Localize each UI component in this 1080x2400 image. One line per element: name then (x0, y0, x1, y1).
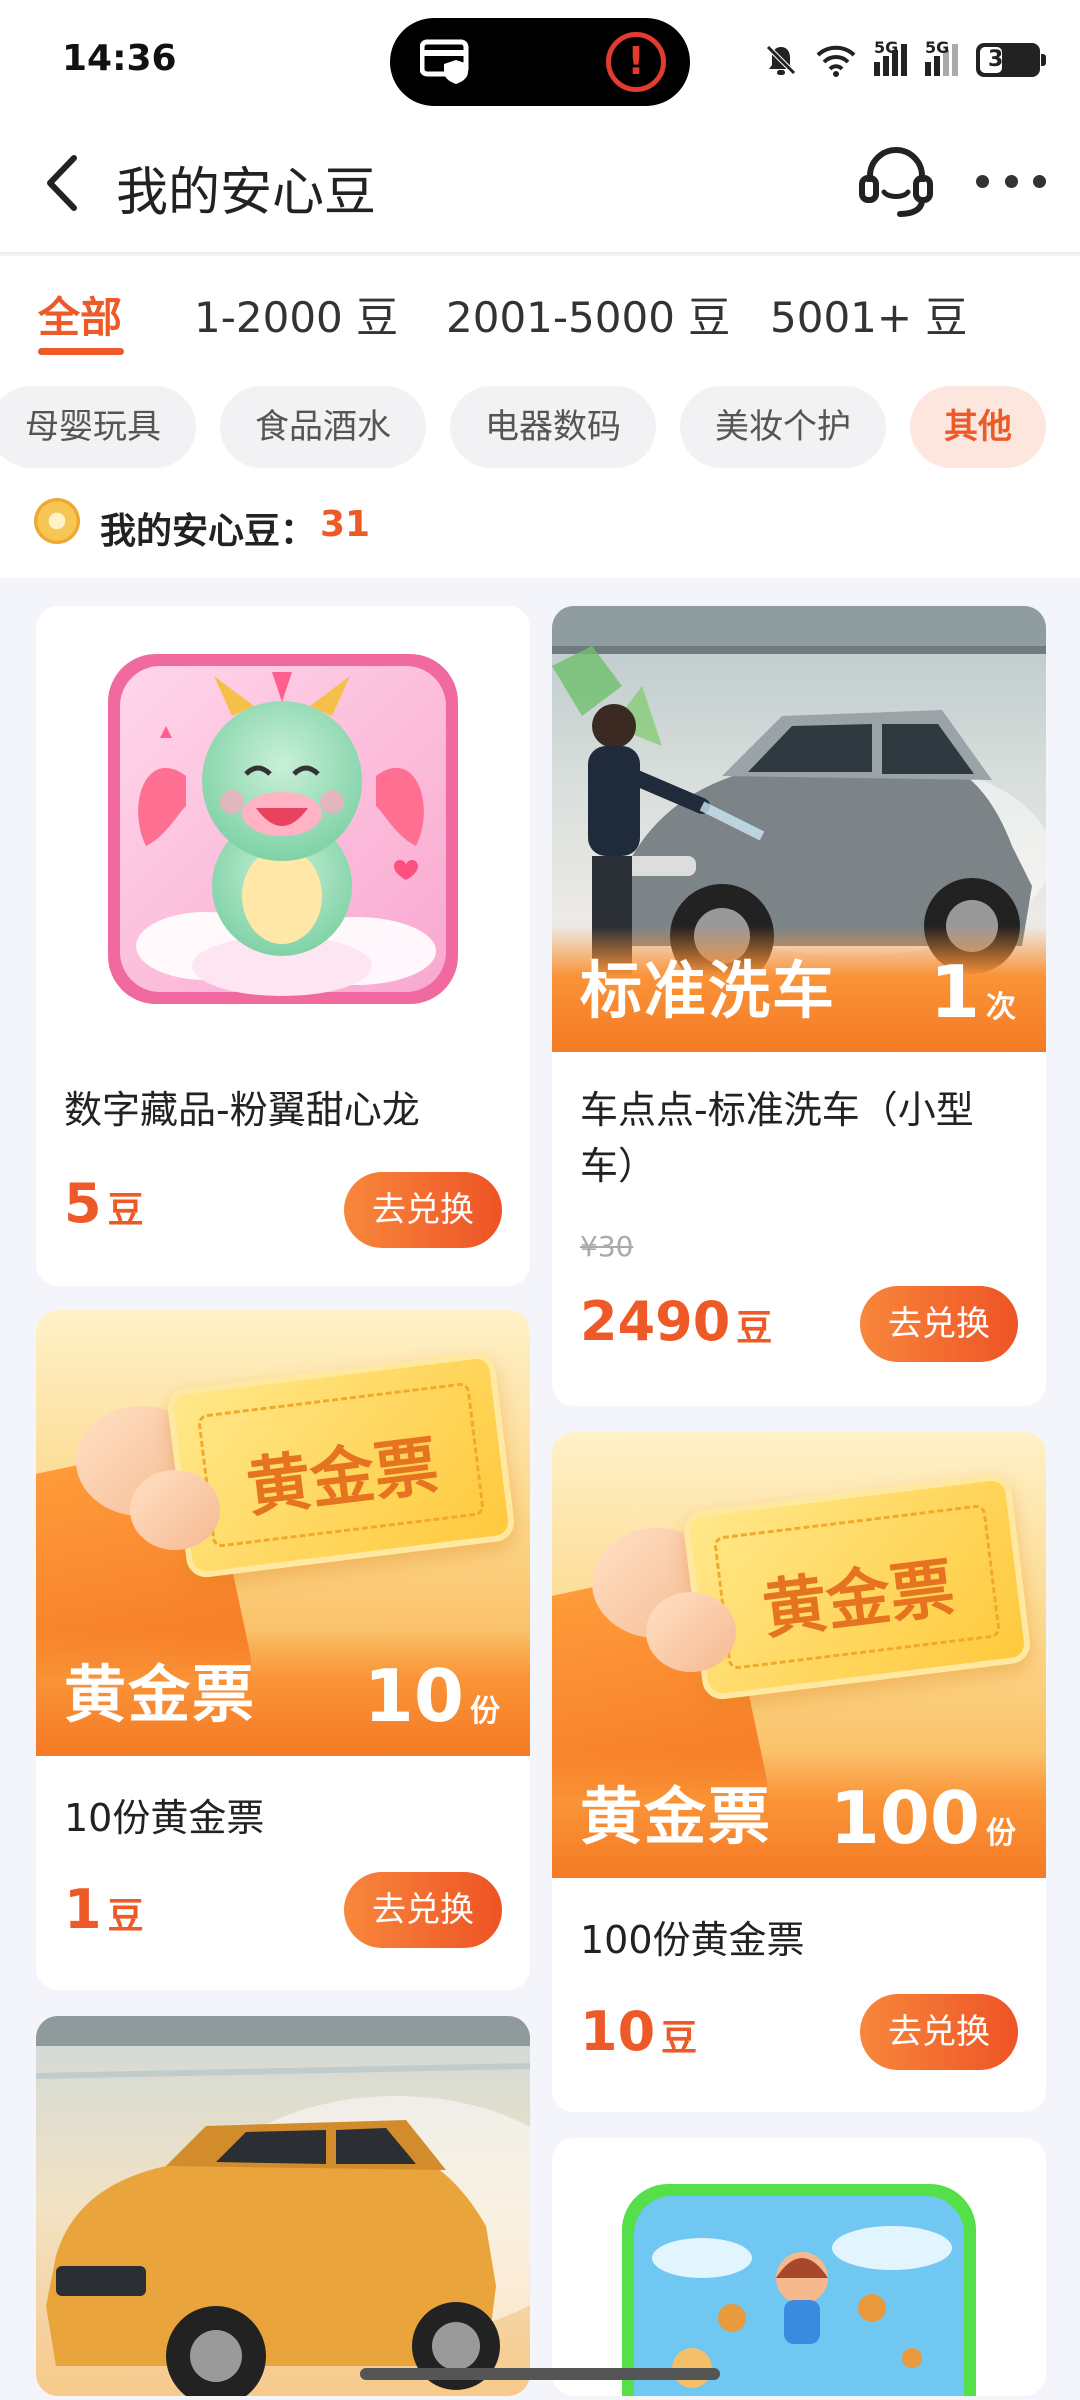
product-image (552, 2138, 1046, 2396)
product-card[interactable]: 标准洗车 1次 车点点-标准洗车（小型车） ¥30 2490 豆 去兑换 (552, 606, 1046, 1406)
product-card[interactable] (36, 2016, 530, 2396)
category-chips: 母婴玩具 食品酒水 电器数码 美妆个护 其他 (0, 372, 1080, 468)
balance-value: 31 (320, 504, 371, 545)
back-arrow-icon[interactable] (30, 148, 100, 218)
tab-active-indicator (38, 348, 124, 355)
redeem-button[interactable]: 去兑换 (344, 1172, 502, 1248)
product-title: 数字藏品-粉翼甜心龙 (64, 1088, 420, 1132)
bean-coin-icon (34, 498, 80, 544)
status-time: 14:36 (62, 38, 177, 79)
dynamic-island: ! (390, 18, 690, 106)
battery-icon: 36 (976, 43, 1046, 77)
product-card[interactable] (552, 2138, 1046, 2396)
product-title: 10份黄金票 (64, 1796, 265, 1840)
more-options-icon[interactable] (976, 156, 1046, 206)
page-title: 我的安心豆 (116, 163, 377, 223)
status-icons: 5G 5G 36 (764, 38, 1046, 80)
yellow-suv-image (36, 2016, 530, 2396)
product-card[interactable]: 黄金票 黄金票 10 份 10份黄金票 1豆 去兑换 (36, 1310, 530, 1990)
product-image: 标准洗车 1次 (552, 606, 1046, 1052)
app-header: 我的安心豆 (0, 120, 1080, 254)
tab-5001-plus[interactable]: 5001+ 豆 (770, 284, 967, 345)
bean-balance: 我的安心豆： 31 (0, 468, 1080, 578)
redeem-button[interactable]: 去兑换 (860, 1994, 1018, 2070)
alert-icon: ! (606, 32, 666, 92)
balance-label: 我的安心豆： (100, 511, 317, 552)
product-card[interactable]: 黄金票 黄金票 100 份 100份黄金票 10 豆 去兑换 (552, 1432, 1046, 2112)
redeem-button[interactable]: 去兑换 (344, 1872, 502, 1948)
tab-2001-5000[interactable]: 2001-5000 豆 (446, 284, 730, 345)
chip-baby-toys[interactable]: 母婴玩具 (0, 386, 196, 468)
product-image: 黄金票 黄金票 10 份 (36, 1310, 530, 1756)
mute-bell-icon (766, 45, 796, 75)
wifi-icon (816, 45, 856, 77)
cartoon-adventure-image (622, 2184, 976, 2396)
tab-all[interactable]: 全部 (38, 284, 122, 345)
signal-5g-1: 5G (874, 38, 907, 76)
product-banner: 黄金票 10 份 (36, 1630, 530, 1756)
signal-5g-2: 5G (925, 38, 958, 76)
product-price: 1豆 (64, 1878, 144, 1941)
product-banner: 黄金票 100 份 (552, 1752, 1046, 1878)
product-image (36, 606, 530, 1036)
product-price: 5豆 (64, 1172, 144, 1235)
chip-food-drinks[interactable]: 食品酒水 (220, 386, 426, 468)
product-title: 100份黄金票 (580, 1918, 805, 1962)
price-tabs: 全部 1-2000 豆 2001-5000 豆 5001+ 豆 (0, 256, 1080, 372)
pink-dragon-image (108, 654, 458, 1004)
product-banner: 标准洗车 1次 (552, 926, 1046, 1052)
product-image (36, 2016, 530, 2396)
customer-service-icon[interactable] (856, 142, 936, 222)
home-indicator[interactable] (360, 2368, 720, 2380)
golden-ticket-image: 黄金票 (681, 1472, 1033, 1702)
product-price: 2490 豆 (580, 1290, 773, 1353)
tab-1-2000[interactable]: 1-2000 豆 (194, 284, 398, 345)
product-image: 黄金票 黄金票 100 份 (552, 1432, 1046, 1878)
original-price: ¥30 (580, 1230, 634, 1263)
product-card[interactable]: 数字藏品-粉翼甜心龙 5豆 去兑换 (36, 606, 530, 1286)
golden-ticket-image: 黄金票 (165, 1350, 517, 1580)
redeem-button[interactable]: 去兑换 (860, 1286, 1018, 1362)
chip-beauty[interactable]: 美妆个护 (680, 386, 886, 468)
card-shield-icon (420, 39, 469, 84)
status-bar: 14:36 ! 5G 5G 36 (0, 0, 1080, 120)
chip-electronics[interactable]: 电器数码 (450, 386, 656, 468)
product-title: 车点点-标准洗车（小型车） (580, 1088, 974, 1188)
product-price: 10 豆 (580, 2000, 698, 2063)
chip-other[interactable]: 其他 (910, 386, 1046, 468)
